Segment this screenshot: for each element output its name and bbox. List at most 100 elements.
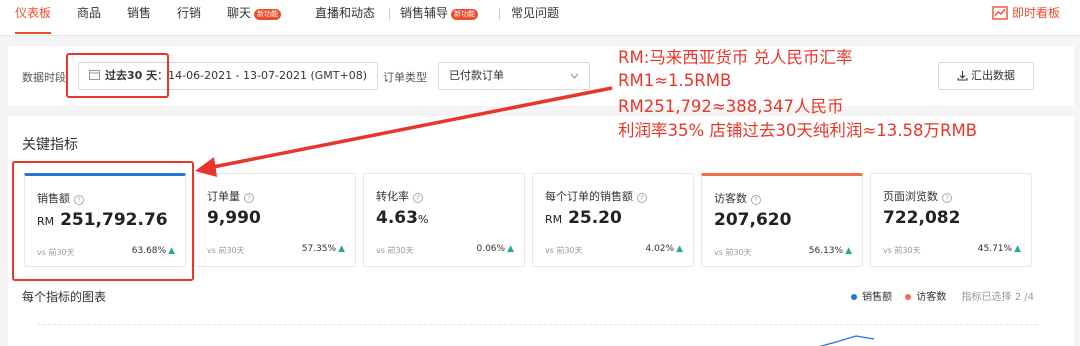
selected-metrics-note: 指标已选择 2 /4 [961, 292, 1034, 303]
card-title: 页面浏览数? [883, 188, 952, 204]
arrow-up-icon: ▲ [338, 244, 345, 254]
change-percent: 56.13% ▲ [809, 246, 852, 256]
nav-tab-label: 销售 [127, 6, 152, 20]
change-percent: 63.68% ▲ [132, 246, 175, 256]
change-percent: 0.06% ▲ [476, 244, 514, 254]
arrow-up-icon: ▲ [845, 246, 852, 256]
change-percent: 57.35% ▲ [302, 244, 345, 254]
change-text: 0.06% [476, 244, 506, 254]
new-feature-badge: 新功能 [254, 9, 282, 20]
nav-tab-label: 销售辅导 [400, 6, 449, 20]
value-text: 4.63 [376, 208, 418, 228]
arrow-up-icon: ▲ [1014, 244, 1021, 254]
order-type-value: 已付款订单 [449, 69, 504, 82]
nav-tab-live[interactable]: 直播和动态 [315, 0, 375, 36]
currency-label: RM [545, 213, 563, 226]
card-value: RM 25.20 [545, 208, 622, 228]
key-metrics-panel: 关键指标 销售额? RM 251,792.76 vs 前30天 63.68% ▲ … [8, 116, 1074, 346]
section-title: 关键指标 [22, 137, 78, 153]
period-prefix: 过去30 天 [105, 69, 158, 82]
card-title-text: 订单量 [207, 190, 240, 203]
compare-label: vs 前30天 [883, 246, 921, 255]
value-text: 25.20 [568, 208, 622, 228]
help-icon[interactable]: ? [751, 195, 761, 205]
top-nav: 仪表板 商品 销售 行销 聊天 新功能 直播和动态 销售辅导 新功能 常见问题 即时… [0, 0, 1080, 36]
compare-label: vs 前30天 [37, 248, 75, 257]
card-value: RM 251,792.76 [37, 210, 168, 230]
legend-dot-visitors [905, 293, 912, 300]
value-text: 9,990 [207, 208, 261, 228]
live-board-button[interactable]: 即时看板 [992, 3, 1060, 23]
change-percent: 45.71% ▲ [978, 244, 1021, 254]
card-title: 转化率? [376, 188, 423, 204]
metric-card-conversion[interactable]: 转化率? 4.63% vs 前30天 0.06% ▲ [363, 173, 525, 267]
filter-bar: 数据时段 过去30 天：14-06-2021 - 13-07-2021 (GMT… [8, 46, 1074, 106]
help-icon[interactable]: ? [413, 193, 423, 203]
chevron-down-icon [570, 73, 579, 79]
arrow-up-icon: ▲ [507, 244, 514, 254]
unit-label: % [417, 213, 429, 226]
card-title: 访客数? [714, 190, 761, 206]
calendar-icon [89, 70, 100, 80]
help-icon[interactable]: ? [74, 195, 84, 205]
download-icon [957, 71, 968, 81]
arrow-up-icon: ▲ [168, 246, 175, 256]
card-title-text: 访客数 [714, 192, 747, 205]
nav-tab-label: 商品 [77, 6, 102, 20]
compare-label: vs 前30天 [376, 246, 414, 255]
metric-card-sales[interactable]: 销售额? RM 251,792.76 vs 前30天 63.68% ▲ [24, 173, 186, 267]
new-feature-badge: 新功能 [451, 9, 479, 20]
card-value: 722,082 [883, 208, 960, 228]
compare-label: vs 前30天 [545, 246, 583, 255]
live-board-label: 即时看板 [1011, 6, 1060, 20]
nav-tab-label: 行销 [177, 6, 202, 20]
date-range-picker[interactable]: 过去30 天：14-06-2021 - 13-07-2021 (GMT+08) [78, 62, 378, 90]
card-value: 9,990 [207, 208, 261, 228]
currency-label: RM [37, 215, 55, 228]
metric-card-visitors[interactable]: 访客数? 207,620 vs 前30天 56.13% ▲ [701, 173, 863, 267]
change-text: 4.02% [645, 244, 675, 254]
legend-dot-sales [851, 293, 858, 300]
nav-tab-sales-coach[interactable]: 销售辅导 新功能 [400, 0, 479, 36]
nav-tab-sales[interactable]: 销售 [127, 0, 151, 36]
change-text: 63.68% [131, 246, 167, 256]
metric-card-sales-per-order[interactable]: 每个订单的销售额? RM 25.20 vs 前30天 4.02% ▲ [532, 173, 694, 267]
card-title: 订单量? [207, 188, 254, 204]
trend-chart-icon [992, 6, 1008, 20]
card-value: 4.63% [376, 208, 428, 228]
value-text: 722,082 [883, 208, 961, 228]
nav-tab-label: 常见问题 [511, 6, 560, 20]
export-data-button[interactable]: 汇出数据 [938, 62, 1034, 90]
chart-line-fragment [819, 335, 875, 346]
legend-item-visitors[interactable]: 访客数 [916, 292, 946, 303]
card-title-text: 销售额 [37, 192, 70, 205]
nav-divider [389, 8, 390, 20]
compare-label: vs 前30天 [714, 248, 752, 257]
card-title-text: 页面浏览数 [883, 190, 938, 203]
nav-tab-dashboard[interactable]: 仪表板 [15, 0, 52, 34]
help-icon[interactable]: ? [244, 193, 254, 203]
change-percent: 4.02% ▲ [645, 244, 683, 254]
nav-tab-chat[interactable]: 聊天 新功能 [227, 0, 282, 36]
nav-tab-products[interactable]: 商品 [77, 0, 101, 36]
chart-legend: 销售额 访客数 指标已选择 2 /4 [841, 288, 1034, 303]
metric-card-page-views[interactable]: 页面浏览数? 722,082 vs 前30天 45.71% ▲ [870, 173, 1032, 267]
value-text: 251,792.76 [60, 210, 168, 230]
compare-label: vs 前30天 [207, 246, 245, 255]
order-type-select[interactable]: 已付款订单 [438, 62, 590, 90]
card-title: 销售额? [37, 190, 84, 206]
help-icon[interactable]: ? [637, 193, 647, 203]
nav-tab-label: 聊天 [227, 6, 252, 20]
card-value: 207,620 [714, 210, 791, 230]
help-icon[interactable]: ? [942, 193, 952, 203]
card-title-text: 转化率 [376, 190, 409, 203]
change-text: 57.35% [301, 244, 337, 254]
nav-tab-faq[interactable]: 常见问题 [511, 0, 559, 36]
arrow-up-icon: ▲ [676, 244, 683, 254]
nav-tab-label: 仪表板 [15, 6, 52, 20]
order-type-label: 订单类型 [383, 71, 427, 84]
nav-tab-marketing[interactable]: 行销 [177, 0, 201, 36]
change-text: 56.13% [808, 246, 844, 256]
legend-item-sales[interactable]: 销售额 [862, 292, 892, 303]
metric-card-orders[interactable]: 订单量? 9,990 vs 前30天 57.35% ▲ [194, 173, 356, 267]
